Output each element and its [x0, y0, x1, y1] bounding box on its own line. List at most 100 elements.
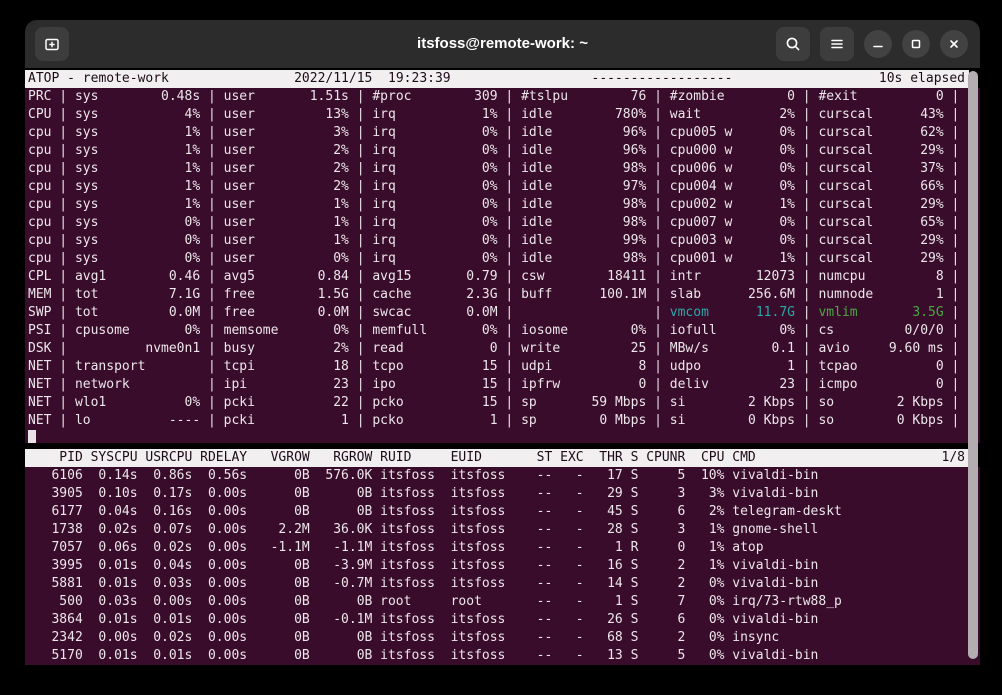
- cell-pid: 3905: [28, 485, 83, 503]
- metric: MBw/s0.1: [670, 340, 795, 358]
- metric: curscal29%: [818, 232, 943, 250]
- cell-vgrow: 0B: [247, 575, 310, 593]
- menu-button[interactable]: [820, 27, 854, 61]
- cell-usrcpu: 0.00s: [138, 593, 193, 611]
- pipe-separator: |: [349, 286, 372, 304]
- pipe-separator: |: [349, 196, 372, 214]
- pipe-separator: |: [944, 286, 960, 304]
- metric-value: 18: [333, 358, 349, 376]
- atop-sys-row: PSI | cpusome0% | memsome0% | memfull0% …: [25, 322, 980, 340]
- metric-value: 12073: [756, 268, 795, 286]
- row-label: PSI: [28, 322, 51, 340]
- metric-value: 0.79: [466, 268, 497, 286]
- metric-name: curscal: [818, 160, 873, 178]
- metric-value: 1%: [185, 196, 201, 214]
- metric-name: sys: [75, 160, 98, 178]
- pipe-separator: |: [944, 196, 960, 214]
- metric-name: idle: [521, 142, 552, 160]
- metric: busy2%: [224, 340, 349, 358]
- pipe-separator: |: [498, 214, 521, 232]
- minimize-button[interactable]: [864, 30, 892, 58]
- metric-value: 3.5G: [912, 304, 943, 322]
- metric: idle98%: [521, 250, 646, 268]
- metric: wait2%: [670, 106, 795, 124]
- metric: pcko1: [372, 412, 497, 430]
- column-header-st: ST: [529, 449, 552, 467]
- cell-st: --: [529, 539, 552, 557]
- cell-cmd: telegram-deskt: [732, 503, 842, 521]
- pipe-separator: |: [51, 322, 74, 340]
- metric-value: 100.1M: [599, 286, 646, 304]
- pipe-separator: |: [349, 394, 372, 412]
- metric: vmlim3.5G: [818, 304, 943, 322]
- cell-ruid: itsfoss: [380, 629, 450, 647]
- terminal-cursor: [28, 430, 36, 443]
- process-row: 5000.03s0.00s0.00s0B0Brootroot---1S70%ir…: [25, 593, 980, 611]
- cell-euid: itsfoss: [451, 557, 529, 575]
- pipe-separator: |: [944, 214, 960, 232]
- metric-value: 2 Kbps: [897, 394, 944, 412]
- pipe-separator: |: [200, 322, 223, 340]
- search-button[interactable]: [776, 27, 810, 61]
- pipe-separator: |: [944, 124, 960, 142]
- metric: cpu004 w0%: [670, 178, 795, 196]
- pipe-separator: |: [795, 304, 818, 322]
- metric: idle98%: [521, 196, 646, 214]
- cell-vgrow: 2.2M: [247, 521, 310, 539]
- pipe-separator: |: [200, 214, 223, 232]
- cell-rdelay: 0.00s: [192, 611, 247, 629]
- metric-value: 0%: [333, 322, 349, 340]
- metric-name: tcpo: [372, 358, 403, 376]
- cell-cmd: gnome-shell: [732, 521, 818, 539]
- cell-s: S: [623, 611, 639, 629]
- pipe-separator: |: [795, 142, 818, 160]
- metric: memsome0%: [224, 322, 349, 340]
- pipe-separator: |: [349, 322, 372, 340]
- scrollbar-thumb[interactable]: [968, 71, 978, 659]
- metric-value: 0 Kbps: [897, 412, 944, 430]
- metric-value: 0%: [185, 214, 201, 232]
- metric-name: idle: [521, 106, 552, 124]
- maximize-button[interactable]: [902, 30, 930, 58]
- metric: curscal29%: [818, 142, 943, 160]
- pipe-separator: |: [51, 88, 74, 106]
- cell-vgrow: 0B: [247, 611, 310, 629]
- column-header-s: S: [623, 449, 639, 467]
- column-header-euid: EUID: [451, 449, 529, 467]
- metric-name: sys: [75, 142, 98, 160]
- cell-rdelay: 0.00s: [192, 485, 247, 503]
- metric: memfull0%: [372, 322, 497, 340]
- metric-value: 0%: [779, 232, 795, 250]
- atop-sys-row: cpu | sys1% | user2% | irq0% | idle96% |…: [25, 142, 980, 160]
- process-rows: 61060.14s0.86s0.56s0B576.0Kitsfossitsfos…: [25, 467, 980, 665]
- metric-value: 13%: [325, 106, 348, 124]
- metric-value: 0%: [779, 160, 795, 178]
- metric: cs0/0/0: [818, 322, 943, 340]
- metric-name: idle: [521, 124, 552, 142]
- metric-name: user: [224, 106, 255, 124]
- terminal-screen[interactable]: ATOP - remote-work 2022/11/15 19:23:39 -…: [25, 68, 980, 695]
- metric-value: 98%: [623, 160, 646, 178]
- metric-name: curscal: [818, 196, 873, 214]
- metric-name: curscal: [818, 142, 873, 160]
- metric-value: 1: [490, 412, 498, 430]
- metric: user1%: [224, 232, 349, 250]
- metric: curscal62%: [818, 124, 943, 142]
- pipe-separator: |: [944, 268, 960, 286]
- pipe-separator: |: [498, 340, 521, 358]
- metric-name: sys: [75, 124, 98, 142]
- cell-rdelay: 0.00s: [192, 503, 247, 521]
- pipe-separator: |: [349, 304, 372, 322]
- metric-name: sys: [75, 250, 98, 268]
- close-button[interactable]: [940, 30, 968, 58]
- cell-cpu: 0%: [685, 593, 724, 611]
- cell-ruid: itsfoss: [380, 485, 450, 503]
- metric: irq0%: [372, 232, 497, 250]
- titlebar[interactable]: itsfoss@remote-work: ~: [25, 20, 980, 68]
- metric-value: 0.46: [169, 268, 200, 286]
- metric-value: 11.7G: [756, 304, 795, 322]
- row-label: NET: [28, 376, 51, 394]
- pipe-separator: |: [795, 358, 818, 376]
- pipe-separator: |: [349, 214, 372, 232]
- row-label: cpu: [28, 142, 51, 160]
